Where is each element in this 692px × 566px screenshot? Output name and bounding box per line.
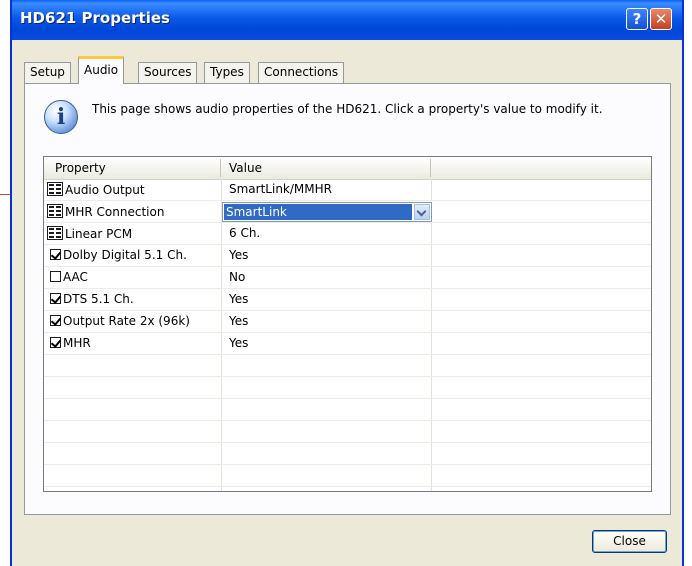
property-name: Dolby Digital 5.1 Ch. — [47, 248, 187, 262]
tab-audio[interactable]: Audio — [78, 56, 125, 84]
property-row[interactable]: DTS 5.1 Ch. Yes — [44, 289, 651, 311]
property-row[interactable]: Linear PCM 6 Ch. — [44, 223, 651, 245]
info-icon: i — [44, 100, 78, 134]
property-grid: Property Value Audio Output SmartLink/MMH… — [43, 156, 652, 492]
property-name: DTS 5.1 Ch. — [47, 292, 134, 306]
window-close-button[interactable]: ✕ — [650, 8, 672, 30]
property-checkbox[interactable] — [50, 293, 61, 304]
dropdown-selected-value[interactable]: SmartLink — [224, 204, 412, 220]
grid-header: Property Value — [44, 157, 651, 180]
column-header-property[interactable]: Property — [55, 161, 106, 175]
property-value[interactable]: No — [229, 270, 245, 284]
property-label: Output Rate 2x (96k) — [63, 314, 190, 328]
property-label: Audio Output — [65, 183, 145, 197]
property-label: MHR — [63, 336, 91, 350]
property-name: Output Rate 2x (96k) — [47, 314, 190, 328]
property-row[interactable]: Output Rate 2x (96k) Yes — [44, 311, 651, 333]
property-value[interactable]: Yes — [229, 336, 248, 350]
value-dropdown[interactable]: SmartLink — [222, 202, 432, 222]
tab-sources[interactable]: Sources — [138, 62, 198, 83]
chevron-down-icon[interactable] — [414, 204, 430, 220]
empty-row — [44, 443, 651, 465]
property-list-icon — [47, 182, 63, 196]
title-bar[interactable]: HD621 Properties ? ✕ — [12, 0, 682, 40]
properties-dialog: HD621 Properties ? ✕ Setup Audio Sources… — [10, 0, 684, 566]
property-label: MHR Connection — [65, 205, 165, 219]
property-list-icon — [47, 204, 63, 218]
window-title: HD621 Properties — [20, 9, 170, 27]
property-row[interactable]: Dolby Digital 5.1 Ch. Yes — [44, 245, 651, 267]
property-name: MHR Connection — [47, 204, 164, 219]
property-checkbox[interactable] — [50, 337, 61, 348]
red-line-mark — [0, 194, 10, 195]
property-name: AAC — [47, 270, 88, 284]
property-value[interactable]: Yes — [229, 292, 248, 306]
tab-setup[interactable]: Setup — [24, 62, 71, 83]
empty-row — [44, 421, 651, 443]
help-button[interactable]: ? — [626, 8, 648, 30]
property-label: AAC — [63, 270, 88, 284]
empty-row — [44, 465, 651, 487]
column-header-value[interactable]: Value — [229, 161, 262, 175]
property-label: DTS 5.1 Ch. — [63, 292, 134, 306]
property-checkbox[interactable] — [50, 315, 61, 326]
property-checkbox[interactable] — [50, 249, 61, 260]
property-value[interactable]: SmartLink/MMHR — [229, 182, 332, 196]
property-checkbox[interactable] — [50, 271, 61, 282]
property-value[interactable]: 6 Ch. — [229, 226, 260, 240]
property-name: Linear PCM — [47, 226, 132, 241]
property-label: Dolby Digital 5.1 Ch. — [63, 248, 187, 262]
tab-types[interactable]: Types — [204, 62, 250, 83]
empty-row — [44, 377, 651, 399]
property-row[interactable]: MHR Connection SmartLink — [44, 201, 651, 223]
close-button[interactable]: Close — [592, 530, 667, 553]
tab-connections[interactable]: Connections — [258, 62, 345, 83]
empty-row — [44, 355, 651, 377]
property-name: Audio Output — [47, 182, 145, 197]
empty-row — [44, 399, 651, 421]
property-value[interactable]: Yes — [229, 314, 248, 328]
property-row[interactable]: AAC No — [44, 267, 651, 289]
property-list-icon — [47, 226, 63, 240]
property-name: MHR — [47, 336, 91, 350]
property-value[interactable]: Yes — [229, 248, 248, 262]
property-label: Linear PCM — [65, 227, 133, 241]
page-description: This page shows audio properties of the … — [92, 102, 603, 116]
property-row[interactable]: MHR Yes — [44, 333, 651, 355]
property-row[interactable]: Audio Output SmartLink/MMHR — [44, 179, 651, 201]
